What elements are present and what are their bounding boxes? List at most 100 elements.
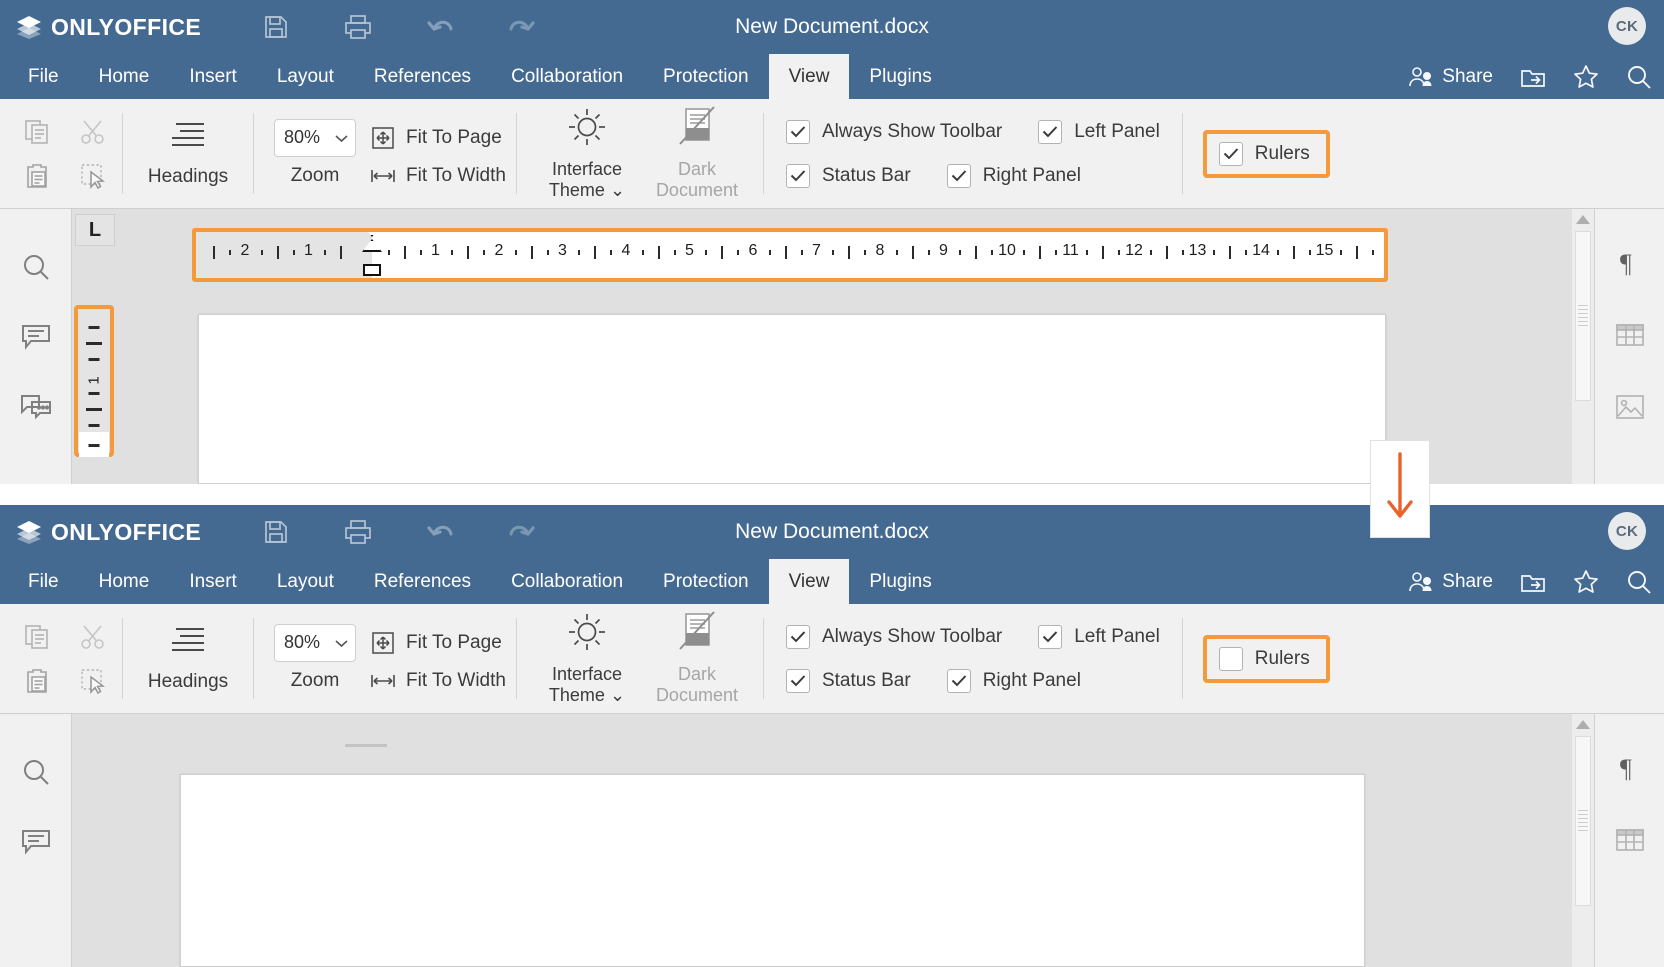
zoom-group-2: 80% Fit To Page Zoom Fit To Width [254,604,516,713]
print-icon[interactable] [343,12,373,42]
search-icon[interactable] [20,756,52,788]
fit-to-page-button[interactable]: Fit To Page [370,125,502,151]
table-settings-icon[interactable] [1614,319,1646,351]
redo-icon[interactable] [507,12,537,42]
checkbox-always-show-toolbar[interactable]: Always Show Toolbar [785,119,1002,144]
save-icon[interactable] [261,12,291,42]
headings-button[interactable]: Headings [123,604,253,713]
checkbox-left-panel[interactable]: Left Panel [1038,119,1160,144]
paragraph-settings-icon[interactable]: ¶ [1614,752,1646,784]
brand-logo[interactable]: ONLYOFFICE [16,14,201,41]
left-indent-marker[interactable] [363,264,381,276]
select-all-icon[interactable] [78,161,108,191]
comments-icon[interactable] [20,321,52,353]
checkbox-rulers[interactable]: Rulers [1218,141,1310,166]
share-button[interactable]: Share [1408,569,1493,595]
checkbox-always-show-toolbar[interactable]: Always Show Toolbar [785,624,1002,649]
undo-icon[interactable] [425,517,455,547]
fit-to-page-button[interactable]: Fit To Page [370,630,502,656]
search-icon[interactable] [20,251,52,283]
tab-layout[interactable]: Layout [257,54,354,99]
print-icon[interactable] [343,517,373,547]
fit-to-width-button[interactable]: Fit To Width [370,163,506,189]
checkbox-label: Status Bar [821,669,911,691]
tab-file[interactable]: File [8,559,79,604]
tab-insert[interactable]: Insert [169,559,257,604]
ruler-tick [721,246,724,259]
ruler-tick [1340,250,1343,255]
chat-icon[interactable] [20,391,52,423]
scroll-up-arrow-icon[interactable] [1572,209,1594,229]
checkbox-rulers[interactable]: Rulers [1218,646,1310,671]
copy-icon[interactable] [22,117,52,147]
tab-layout[interactable]: Layout [257,559,354,604]
search-icon[interactable] [1626,64,1652,90]
vertical-scrollbar[interactable] [1572,209,1594,484]
vertical-ruler-highlight: 1 [74,305,114,457]
tab-protection[interactable]: Protection [643,54,769,99]
tab-insert[interactable]: Insert [169,54,257,99]
open-location-icon[interactable] [1520,569,1546,595]
scroll-up-arrow-icon[interactable] [1572,714,1594,734]
tab-view[interactable]: View [768,559,850,604]
ruler-tick [848,246,851,259]
undo-icon[interactable] [425,12,455,42]
tab-view[interactable]: View [768,54,850,99]
checkbox-right-panel[interactable]: Right Panel [946,163,1081,188]
paragraph-settings-icon[interactable]: ¶ [1614,247,1646,279]
scrollbar-thumb[interactable] [1575,231,1591,401]
chevron-down-icon-theme: ⌄ [609,685,626,705]
search-icon[interactable] [1626,569,1652,595]
scrollbar-thumb[interactable] [1575,736,1591,906]
headings-label: Headings [147,671,229,692]
avatar[interactable]: CK [1608,7,1646,45]
cut-icon[interactable] [78,117,108,147]
brand-logo-2[interactable]: ONLYOFFICE [16,519,201,546]
comments-icon[interactable] [20,826,52,858]
checkbox-left-panel[interactable]: Left Panel [1038,624,1160,649]
save-icon[interactable] [261,517,291,547]
tab-home[interactable]: Home [79,559,170,604]
tab-stop-selector[interactable]: L [75,214,115,246]
favorite-star-icon[interactable] [1573,64,1599,90]
select-all-icon[interactable] [78,666,108,696]
avatar[interactable]: CK [1608,512,1646,550]
checkbox-right-panel[interactable]: Right Panel [946,668,1081,693]
headings-button[interactable]: Headings [123,99,253,208]
paste-icon[interactable] [22,161,52,191]
share-button[interactable]: Share [1408,64,1493,90]
rulers-group-2: Rulers [1183,604,1330,713]
tab-file[interactable]: File [8,54,79,99]
image-settings-icon[interactable] [1614,391,1646,423]
tab-protection[interactable]: Protection [643,559,769,604]
brand-name: ONLYOFFICE [51,13,202,40]
cut-icon[interactable] [78,622,108,652]
tab-collaboration[interactable]: Collaboration [491,54,643,99]
document-page-2[interactable] [180,774,1365,967]
tab-home[interactable]: Home [79,54,170,99]
favorite-star-icon[interactable] [1573,569,1599,595]
tab-references[interactable]: References [354,559,491,604]
checkbox-status-bar[interactable]: Status Bar [785,163,911,188]
tab-plugins[interactable]: Plugins [849,54,951,99]
share-people-icon [1408,64,1434,90]
share-label: Share [1442,570,1493,592]
fit-to-width-button[interactable]: Fit To Width [370,668,506,694]
interface-theme-button[interactable]: Interface Theme ⌄ [535,604,639,713]
zoom-select[interactable]: 80% [274,118,356,157]
interface-theme-button[interactable]: Interface Theme ⌄ [535,99,639,208]
paste-icon[interactable] [22,666,52,696]
tab-collaboration[interactable]: Collaboration [491,559,643,604]
zoom-select[interactable]: 80% [274,623,356,662]
vertical-ruler[interactable]: 1 [79,310,109,457]
horizontal-ruler[interactable]: 2 1 1 2 3 4 5 6 7 8 9 10 11 12 13 14 15 [196,232,1384,278]
table-settings-icon[interactable] [1614,824,1646,856]
tab-plugins[interactable]: Plugins [849,559,951,604]
copy-icon[interactable] [22,622,52,652]
tab-references[interactable]: References [354,54,491,99]
document-page[interactable] [198,314,1386,484]
open-location-icon[interactable] [1520,64,1546,90]
checkbox-status-bar[interactable]: Status Bar [785,668,911,693]
redo-icon[interactable] [507,517,537,547]
vertical-scrollbar-2[interactable] [1572,714,1594,967]
